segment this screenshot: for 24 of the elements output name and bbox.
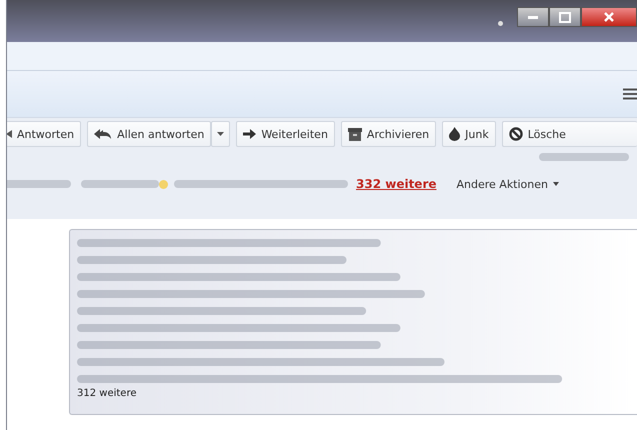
forward-button[interactable]: Weiterleiten [236, 121, 335, 147]
minimize-button[interactable] [517, 7, 549, 27]
delete-button[interactable]: Lösche [502, 121, 637, 147]
redacted-recipient [7, 180, 71, 188]
reply-all-icon [94, 128, 112, 140]
delete-icon [508, 127, 523, 141]
reply-arrow-icon [7, 129, 12, 139]
more-recipients-link[interactable]: 332 weitere [356, 177, 436, 191]
archive-button[interactable]: Archivieren [340, 121, 436, 147]
other-actions-button[interactable]: Andere Aktionen [456, 178, 559, 190]
reply-all-button[interactable]: Allen antworten [87, 121, 212, 147]
menu-dot-icon[interactable] [498, 21, 503, 26]
forward-arrow-icon [243, 129, 256, 139]
maximize-button[interactable] [549, 7, 581, 27]
junk-button[interactable]: Junk [442, 121, 496, 147]
more-recipients-text: 312 weitere [77, 388, 136, 399]
menu-icon[interactable] [623, 88, 637, 100]
caret-icon [553, 182, 559, 186]
caret-icon [217, 132, 224, 136]
reply-all-dropdown[interactable] [211, 121, 230, 147]
close-icon [603, 12, 615, 22]
close-button[interactable] [581, 7, 637, 27]
archive-box-icon [348, 128, 362, 140]
reply-button[interactable]: Antworten [7, 121, 82, 147]
